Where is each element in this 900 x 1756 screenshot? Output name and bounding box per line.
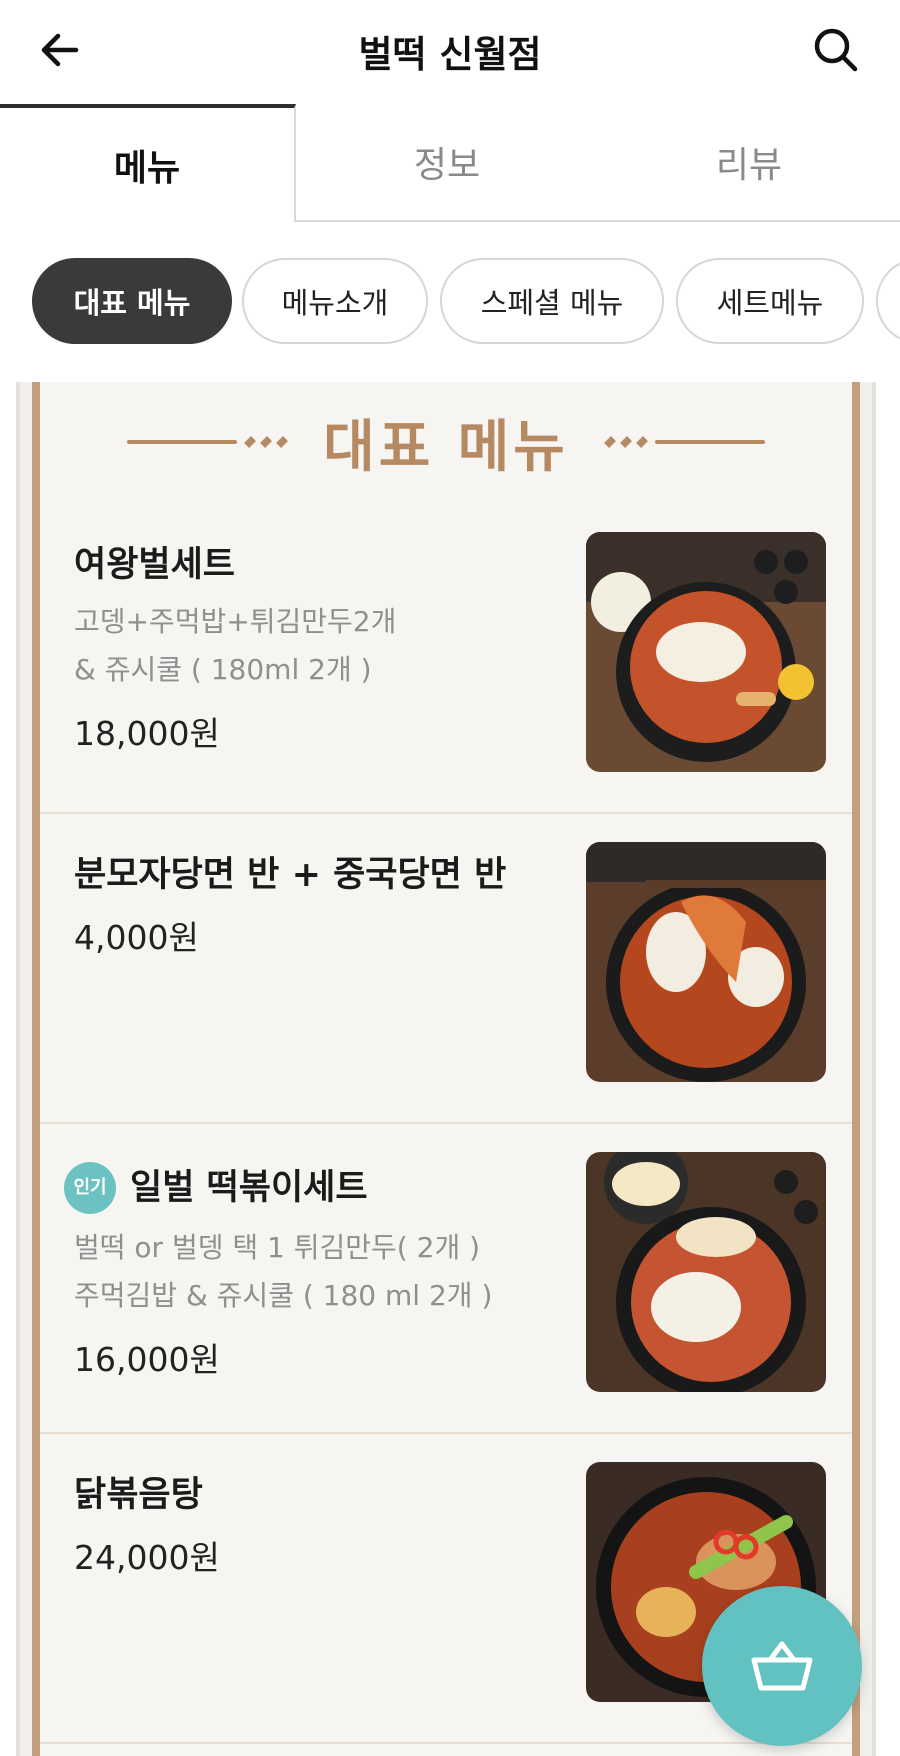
tab-menu[interactable]: 메뉴 — [0, 104, 296, 222]
popular-badge: 인기 — [64, 1162, 116, 1214]
menu-item-desc-line: & 쥬시쿨 ( 180ml 2개 ) — [74, 653, 372, 686]
cart-button[interactable] — [702, 1586, 862, 1746]
menu-item-description: 고뎅+주먹밥+튀김만두2개 & 쥬시쿨 ( 180ml 2개 ) — [74, 598, 544, 694]
board-heading: 대표 메뉴 — [40, 402, 852, 482]
menu-item-description: 벌떡 or 벌뎅 택 1 튀김만두( 2개 ) 주먹김밥 & 쥬시쿨 ( 180… — [64, 1224, 534, 1320]
menu-item-price: 4,000원 — [74, 918, 199, 957]
menu-item-name: 여왕벌세트 — [74, 545, 236, 585]
menu-item-name: 닭볶음탕 — [74, 1475, 203, 1515]
menu-item-text: 분모자당면 반 + 중국당면 반 4,000원 — [74, 852, 544, 960]
menu-item[interactable]: 여왕벌세트 고뎅+주먹밥+튀김만두2개 & 쥬시쿨 ( 180ml 2개 ) 1… — [40, 504, 852, 814]
tab-info[interactable]: 정보 — [296, 104, 598, 222]
chip-menu-intro[interactable]: 메뉴소개 — [242, 258, 428, 344]
menu-item-photo — [586, 532, 826, 772]
basket-icon — [751, 1641, 813, 1691]
chip-special-menu[interactable]: 스페셜 메뉴 — [440, 258, 664, 344]
menu-item-desc-line: 주먹김밥 & 쥬시쿨 ( 180 ml 2개 ) — [74, 1279, 493, 1312]
chip-signature-menu[interactable]: 대표 메뉴 — [32, 258, 232, 344]
chip-set-menu[interactable]: 세트메뉴 — [676, 258, 864, 344]
search-icon — [814, 28, 858, 72]
search-button[interactable] — [808, 22, 864, 78]
tab-bar: 메뉴 정보 리뷰 — [0, 104, 900, 222]
board-heading-text: 대표 메뉴 — [323, 414, 569, 480]
menu-item-name: 인기 일벌 떡볶이세트 — [64, 1162, 534, 1214]
menu-item-text: 여왕벌세트 고뎅+주먹밥+튀김만두2개 & 쥬시쿨 ( 180ml 2개 ) 1… — [74, 542, 544, 756]
menu-item-text: 인기 일벌 떡볶이세트 벌떡 or 벌뎅 택 1 튀김만두( 2개 ) 주먹김밥… — [64, 1162, 534, 1382]
menu-item-name: 분모자당면 반 + 중국당면 반 — [74, 855, 507, 895]
menu-item-photo — [586, 842, 826, 1082]
heading-ornament-left — [127, 435, 295, 449]
page-title: 벌떡 신월점 — [358, 33, 542, 76]
menu-item-price: 24,000원 — [74, 1538, 220, 1577]
menu-board: 대표 메뉴 여왕벌세트 고뎅+주먹밥+튀김만두2개 & 쥬시쿨 ( 180ml … — [16, 382, 876, 1756]
category-chips: 대표 메뉴 메뉴소개 스페셜 메뉴 세트메뉴 — [0, 222, 900, 372]
menu-item-photo — [586, 1152, 826, 1392]
app-header: 벌떡 신월점 — [0, 0, 900, 104]
menu-item-price: 18,000원 — [74, 714, 220, 753]
menu-list: 여왕벌세트 고뎅+주먹밥+튀김만두2개 & 쥬시쿨 ( 180ml 2개 ) 1… — [40, 504, 852, 1744]
menu-item-price: 16,000원 — [74, 1340, 220, 1379]
menu-board-frame: 대표 메뉴 여왕벌세트 고뎅+주먹밥+튀김만두2개 & 쥬시쿨 ( 180ml … — [32, 382, 860, 1756]
menu-item-name-text: 일벌 떡볶이세트 — [130, 1168, 368, 1208]
menu-item-text: 닭볶음탕 24,000원 — [74, 1472, 544, 1580]
chip-more[interactable] — [876, 258, 900, 344]
menu-item-desc-line: 고뎅+주먹밥+튀김만두2개 — [74, 605, 397, 638]
menu-item-desc-line: 벌떡 or 벌뎅 택 1 튀김만두( 2개 ) — [74, 1231, 481, 1264]
heading-ornament-right — [597, 435, 765, 449]
menu-item[interactable]: 분모자당면 반 + 중국당면 반 4,000원 — [40, 814, 852, 1124]
tab-review[interactable]: 리뷰 — [598, 104, 900, 222]
menu-item[interactable]: 인기 일벌 떡볶이세트 벌떡 or 벌뎅 택 1 튀김만두( 2개 ) 주먹김밥… — [40, 1124, 852, 1434]
